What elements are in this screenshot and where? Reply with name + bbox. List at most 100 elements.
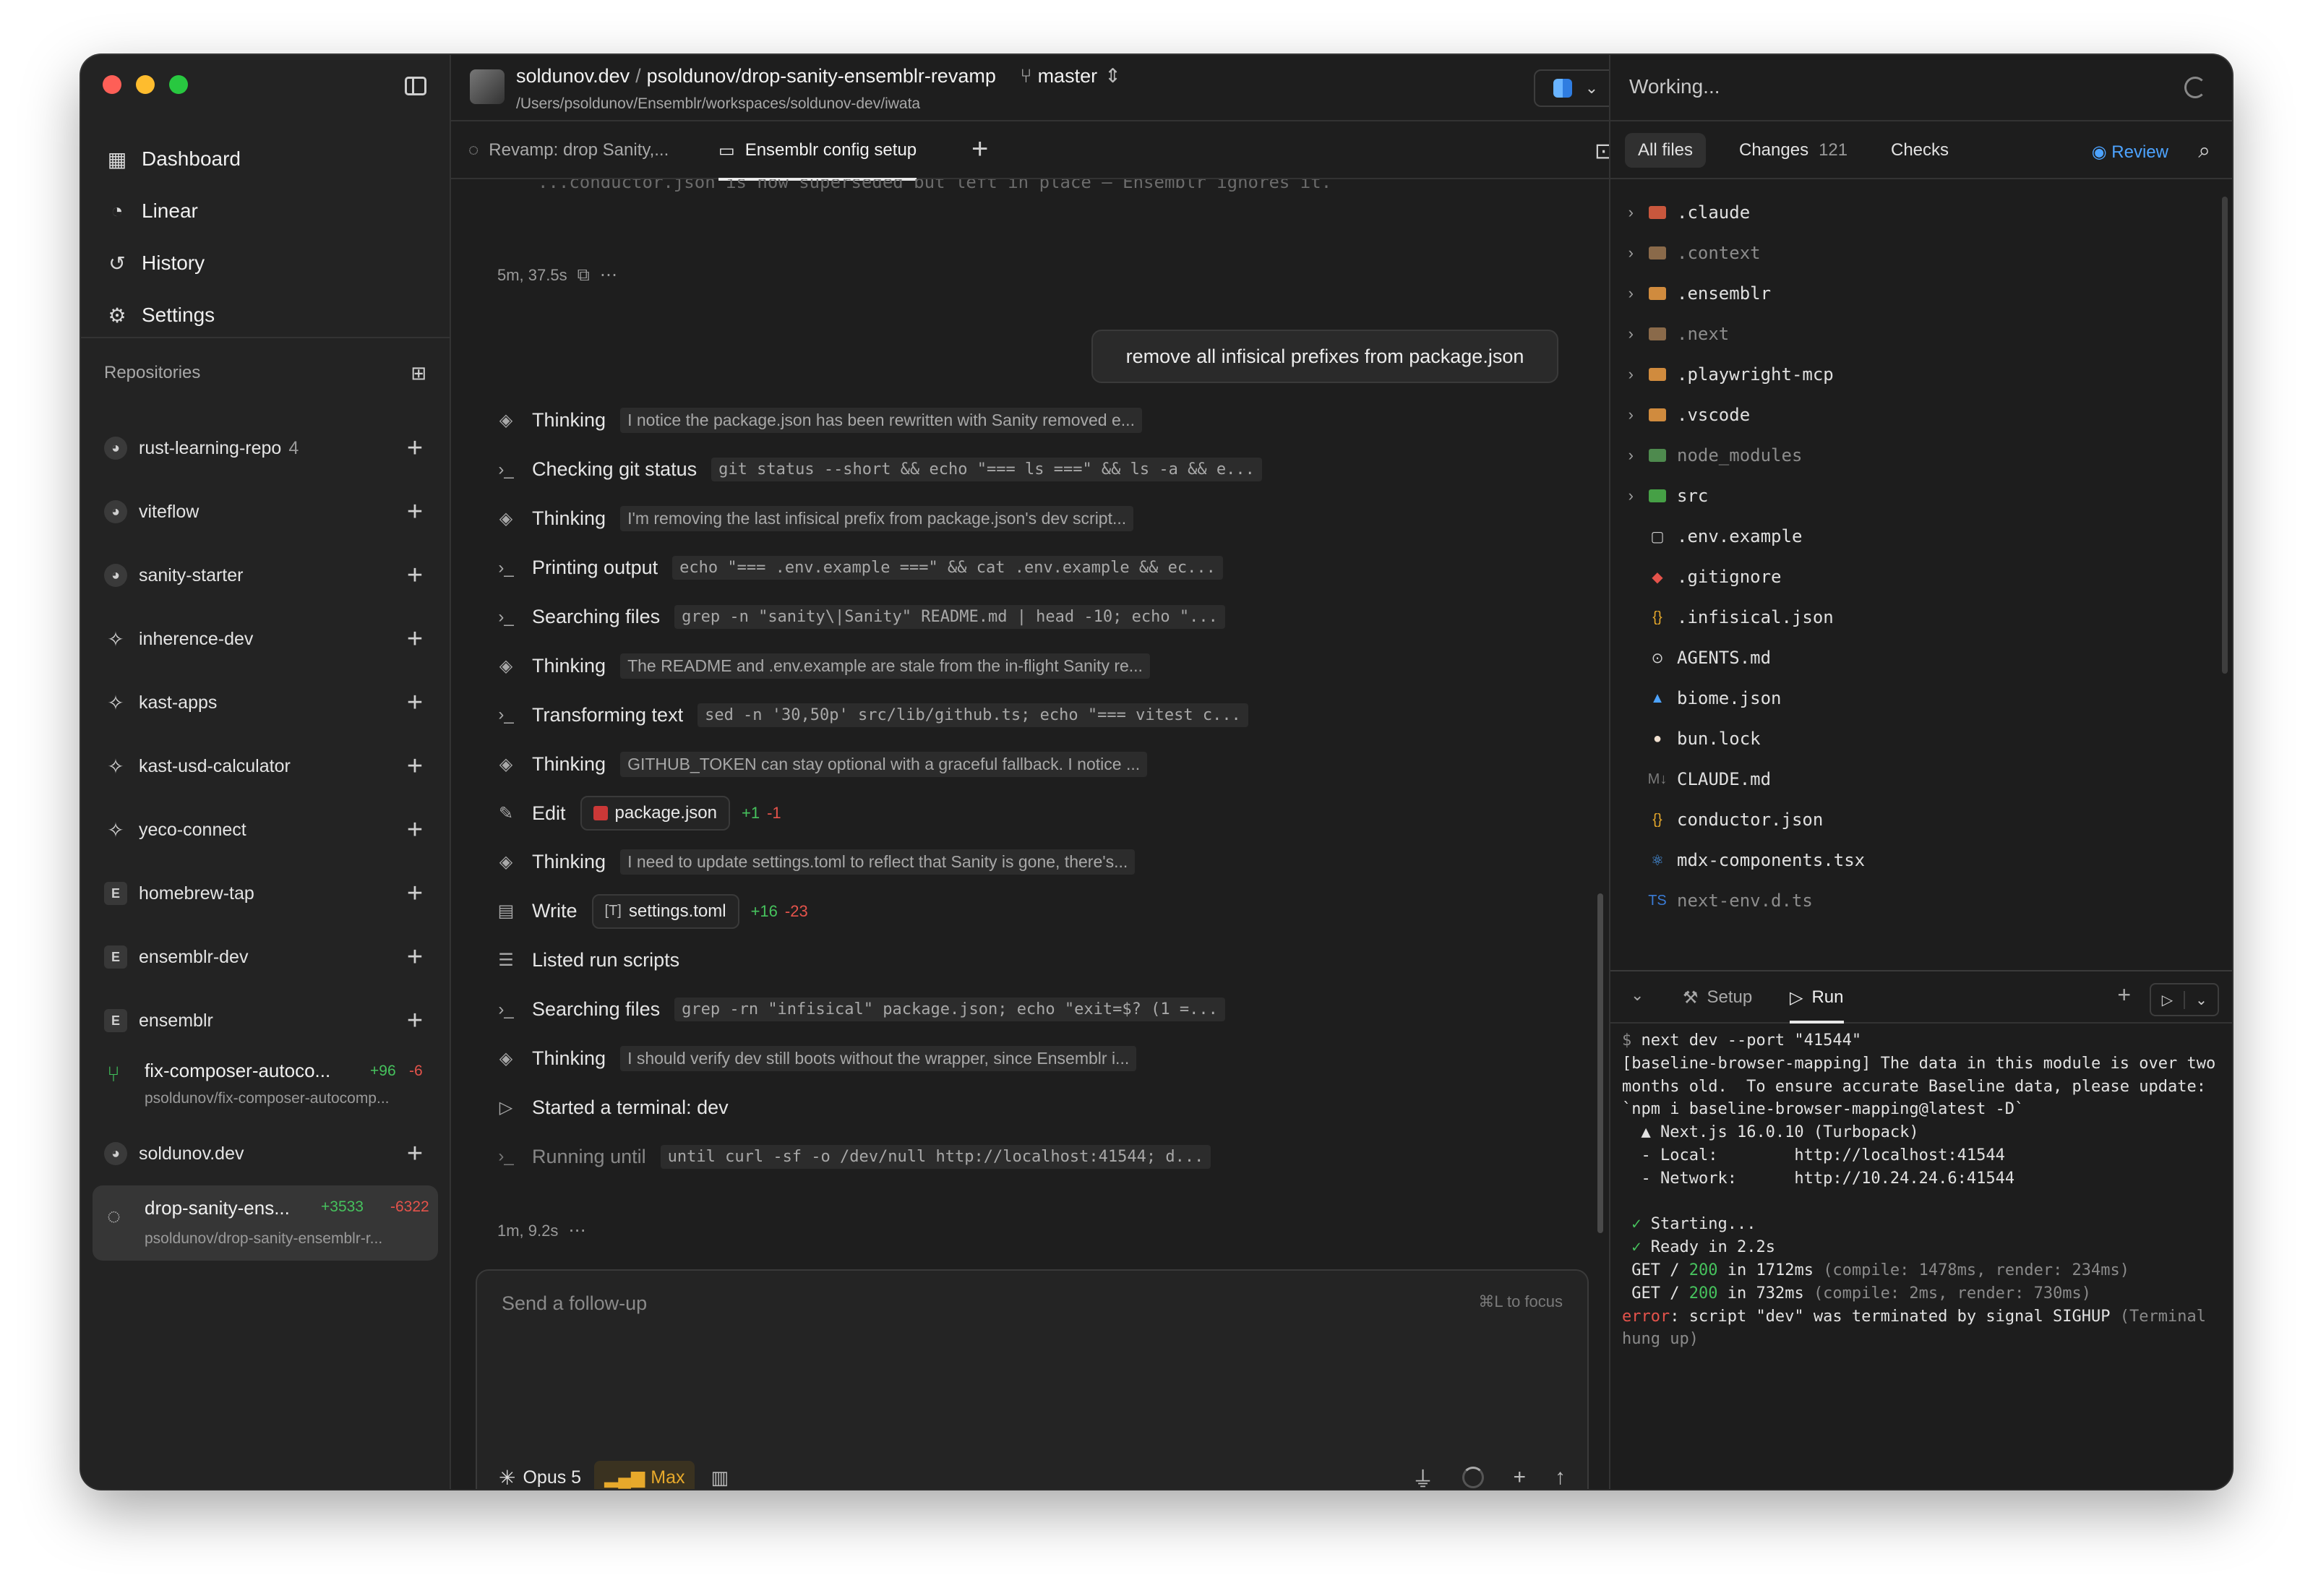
- nav-settings[interactable]: ⚙ Settings: [81, 289, 450, 341]
- chevron-right-icon[interactable]: ›: [1610, 284, 1648, 303]
- breadcrumb-org[interactable]: soldunov.dev: [516, 65, 630, 87]
- tool-step[interactable]: ›_ Checking git status git status --shor…: [497, 445, 1580, 494]
- close-window-button[interactable]: [103, 75, 121, 94]
- add-workspace-icon[interactable]: +: [403, 1138, 426, 1170]
- add-workspace-icon[interactable]: +: [403, 942, 426, 973]
- repo-item[interactable]: ✧ yeco-connect +: [81, 798, 450, 862]
- tool-step[interactable]: ›_ Searching files grep -n "sanity\|Sani…: [497, 593, 1580, 642]
- tool-step[interactable]: ◈ Thinking GITHUB_TOKEN can stay optiona…: [497, 739, 1580, 789]
- tool-step-edit[interactable]: ✎ Edit package.json +1 -1: [497, 789, 1580, 838]
- plug-icon[interactable]: ⏚: [1412, 1462, 1433, 1489]
- tree-folder[interactable]: › .ensemblr: [1610, 273, 2220, 314]
- composer[interactable]: Send a follow-up ⌘L to focus ✳ Opus 5 ▂▄…: [476, 1269, 1589, 1489]
- tool-step-running[interactable]: ›_ Running until until curl -sf -o /dev/…: [497, 1132, 1580, 1181]
- chevron-updown-icon[interactable]: ⇕: [1104, 65, 1121, 87]
- tree-file[interactable]: {} conductor.json: [1610, 799, 2220, 840]
- composer-input[interactable]: Send a follow-up: [502, 1292, 647, 1315]
- run-button[interactable]: ▷ ⌄: [2150, 983, 2219, 1016]
- add-workspace-icon[interactable]: +: [403, 433, 426, 464]
- chevron-right-icon[interactable]: ›: [1610, 325, 1648, 343]
- repo-item[interactable]: ◕ sanity-starter +: [81, 544, 450, 607]
- tree-folder[interactable]: › .next: [1610, 314, 2220, 354]
- tab-changes[interactable]: Changes 121: [1726, 133, 1861, 168]
- tree-file[interactable]: ⚛ mdx-components.tsx: [1610, 840, 2220, 880]
- repo-item[interactable]: ✧ inherence-dev +: [81, 607, 450, 671]
- nav-linear[interactable]: ◔ Linear: [81, 185, 450, 237]
- book-icon[interactable]: ▥: [711, 1467, 729, 1489]
- minimize-window-button[interactable]: [136, 75, 155, 94]
- tree-file[interactable]: {} .infisical.json: [1610, 597, 2220, 638]
- zoom-window-button[interactable]: [169, 75, 188, 94]
- tool-step[interactable]: ◈ Thinking The README and .env.example a…: [497, 641, 1580, 690]
- breadcrumb-branch[interactable]: psoldunov/drop-sanity-ensemblr-revamp: [647, 65, 996, 87]
- tab-revamp[interactable]: ◌ Revamp: drop Sanity,...: [468, 121, 669, 179]
- repo-item[interactable]: E homebrew-tap +: [81, 862, 450, 925]
- more-icon[interactable]: ⋯: [600, 265, 617, 286]
- chevron-right-icon[interactable]: ›: [1610, 244, 1648, 262]
- tree-folder[interactable]: › .vscode: [1610, 395, 2220, 435]
- repo-item[interactable]: ◕ viteflow +: [81, 480, 450, 544]
- add-workspace-icon[interactable]: +: [403, 560, 426, 591]
- add-workspace-icon[interactable]: +: [403, 815, 426, 846]
- workspace-item[interactable]: ⑂ fix-composer-autoco... +96 -6 psolduno…: [81, 1052, 450, 1116]
- add-workspace-icon[interactable]: +: [403, 751, 426, 782]
- tab-run[interactable]: ▷ Run: [1790, 979, 1844, 1024]
- copy-icon[interactable]: ⧉: [578, 265, 590, 286]
- tree-folder[interactable]: › .context: [1610, 233, 2220, 273]
- new-tab-button[interactable]: +: [971, 133, 988, 166]
- plus-icon[interactable]: +: [1513, 1465, 1526, 1489]
- repo-item[interactable]: ◕ soldunov.dev +: [81, 1122, 450, 1185]
- repo-item[interactable]: ✧ kast-apps +: [81, 671, 450, 734]
- tree-file[interactable]: ⊙ AGENTS.md: [1610, 638, 2220, 678]
- tree-file[interactable]: TS next-env.d.ts: [1610, 880, 2220, 921]
- tab-all-files[interactable]: All files: [1625, 133, 1707, 168]
- send-arrow-icon[interactable]: ↑: [1555, 1465, 1566, 1489]
- tree-folder[interactable]: › src: [1610, 476, 2220, 516]
- plus-icon[interactable]: +: [2117, 982, 2131, 1008]
- tool-step[interactable]: ▷ Started a terminal: dev: [497, 1083, 1580, 1132]
- chevron-right-icon[interactable]: ›: [1610, 486, 1648, 505]
- base-branch-selector[interactable]: master: [1038, 65, 1098, 87]
- tool-step[interactable]: ◈ Thinking I notice the package.json has…: [497, 396, 1580, 445]
- repo-item[interactable]: E ensemblr-dev +: [81, 925, 450, 989]
- file-chip[interactable]: package.json: [580, 796, 730, 831]
- tool-step[interactable]: ◈ Thinking I'm removing the last infisic…: [497, 494, 1580, 544]
- tree-file[interactable]: ● bun.lock: [1610, 718, 2220, 759]
- sidebar-toggle-icon[interactable]: [405, 77, 426, 95]
- tool-step[interactable]: ›_ Searching files grep -rn "infisical" …: [497, 985, 1580, 1034]
- add-workspace-icon[interactable]: +: [403, 624, 426, 655]
- add-folder-icon[interactable]: ⊞: [411, 362, 426, 385]
- more-icon[interactable]: ⋯: [568, 1220, 585, 1241]
- chevron-down-icon[interactable]: ⌄: [1631, 986, 1644, 1005]
- search-icon[interactable]: ⌕: [2198, 139, 2210, 163]
- review-button[interactable]: ◉ Review: [2092, 142, 2168, 163]
- add-workspace-icon[interactable]: +: [403, 1005, 426, 1037]
- add-workspace-icon[interactable]: +: [403, 878, 426, 909]
- tool-step-write[interactable]: ▤ Write [T] settings.toml +16 -23: [497, 887, 1580, 936]
- repo-item[interactable]: E ensemblr +: [81, 989, 450, 1052]
- open-in-button[interactable]: ⌄: [1534, 69, 1618, 107]
- tree-file[interactable]: ▢ .env.example: [1610, 516, 2220, 557]
- model-selector[interactable]: ✳ Opus 5: [499, 1466, 581, 1490]
- terminal-output[interactable]: $ next dev --port "41544" [baseline-brow…: [1622, 1029, 2218, 1351]
- chevron-right-icon[interactable]: ›: [1610, 365, 1648, 384]
- nav-dashboard[interactable]: ▦ Dashboard: [81, 133, 450, 185]
- tool-step[interactable]: ◈ Thinking I should verify dev still boo…: [497, 1034, 1580, 1084]
- tool-step[interactable]: ›_ Printing output echo "=== .env.exampl…: [497, 544, 1580, 593]
- tree-file[interactable]: M↓ CLAUDE.md: [1610, 759, 2220, 799]
- add-workspace-icon[interactable]: +: [403, 497, 426, 528]
- tree-folder[interactable]: › node_modules: [1610, 435, 2220, 476]
- tree-file[interactable]: ▲ biome.json: [1610, 678, 2220, 718]
- chat-scrollbar[interactable]: [1597, 893, 1603, 1233]
- repo-item[interactable]: ✧ kast-usd-calculator +: [81, 734, 450, 798]
- tree-folder[interactable]: › .playwright-mcp: [1610, 354, 2220, 395]
- add-workspace-icon[interactable]: +: [403, 687, 426, 718]
- mode-selector[interactable]: ▂▄▆ Max: [594, 1461, 695, 1489]
- chevron-right-icon[interactable]: ›: [1610, 203, 1648, 222]
- tool-step[interactable]: ›_ Transforming text sed -n '30,50p' src…: [497, 690, 1580, 739]
- workspace-item-active[interactable]: ◌ drop-sanity-ens... +3533 -6322 psoldun…: [93, 1185, 438, 1261]
- tool-step[interactable]: ◈ Thinking I need to update settings.tom…: [497, 838, 1580, 887]
- tab-checks[interactable]: Checks: [1878, 133, 1962, 168]
- tree-folder[interactable]: › .claude: [1610, 192, 2220, 233]
- chevron-right-icon[interactable]: ›: [1610, 446, 1648, 465]
